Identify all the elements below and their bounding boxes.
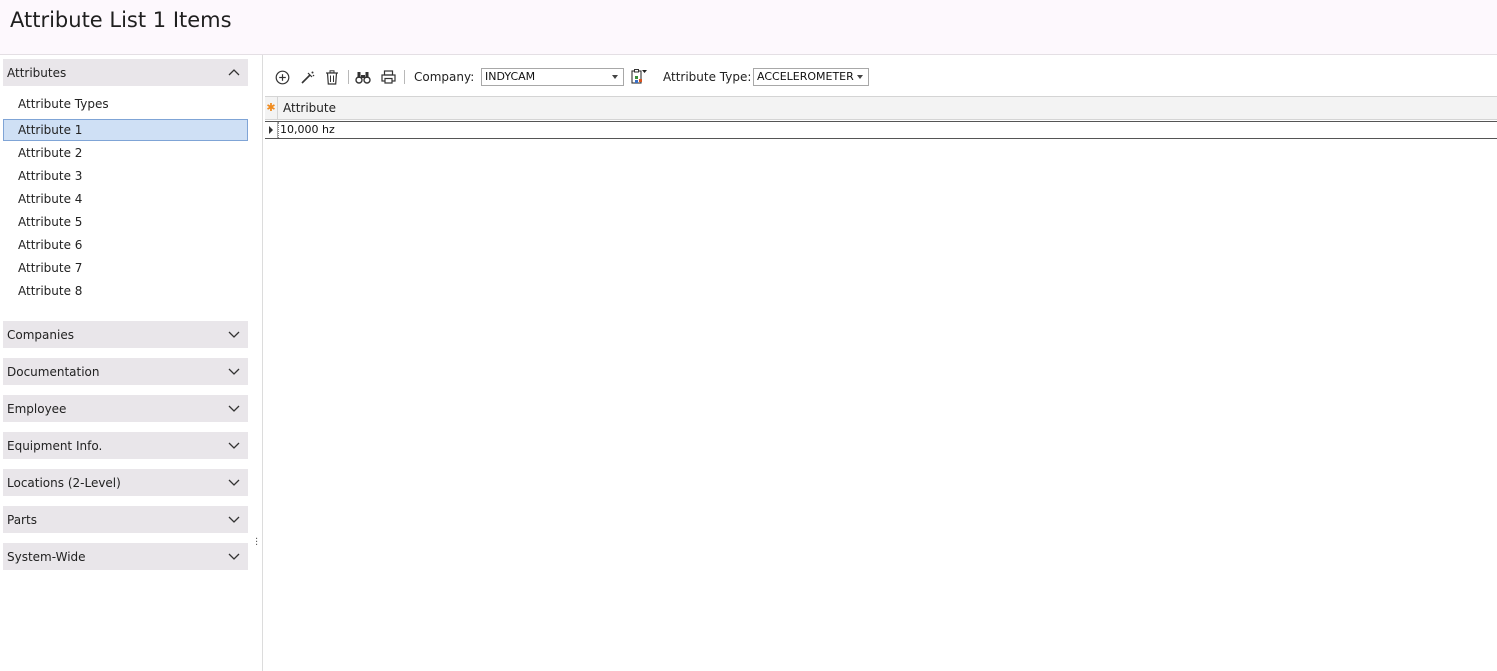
sidebar-item-attribute-5[interactable]: Attribute 5 — [3, 211, 248, 233]
title-bar: Attribute List 1 Items — [0, 0, 1497, 55]
group-label: Documentation — [7, 364, 100, 379]
group-label: Parts — [7, 512, 37, 527]
sidebar-item-label: Attribute Types — [18, 97, 109, 111]
edit-icon — [300, 71, 314, 84]
sidebar-item-attribute-7[interactable]: Attribute 7 — [3, 257, 248, 279]
binoculars-icon — [355, 71, 371, 84]
company-select[interactable]: INDYCAM — [481, 68, 624, 86]
sidebar-item-attribute-6[interactable]: Attribute 6 — [3, 234, 248, 256]
group-header-parts[interactable]: Parts — [3, 506, 248, 533]
sidebar-item-label: Attribute 7 — [18, 261, 83, 275]
copy-to-button[interactable] — [629, 67, 649, 87]
chevron-up-icon — [228, 69, 240, 76]
group-label-attributes: Attributes — [7, 65, 67, 80]
chevron-down-icon — [228, 479, 240, 486]
group-label: Equipment Info. — [7, 438, 103, 453]
add-button[interactable] — [272, 67, 292, 87]
sidebar-item-label: Attribute 6 — [18, 238, 83, 252]
chevron-down-icon — [228, 331, 240, 338]
clipboard-copy-icon — [631, 69, 647, 84]
grid-header: ✱ Attribute — [265, 96, 1497, 120]
chevron-down-icon — [228, 442, 240, 449]
group-header-attributes[interactable]: Attributes — [3, 59, 248, 86]
sidebar-item-label: Attribute 5 — [18, 215, 83, 229]
find-button[interactable] — [353, 67, 373, 87]
group-header-system-wide[interactable]: System-Wide — [3, 543, 248, 570]
attribute-type-select[interactable]: ACCELEROMETER — [753, 68, 869, 86]
page-title: Attribute List 1 Items — [10, 8, 232, 32]
group-label: Employee — [7, 401, 67, 416]
sidebar-item-attribute-8[interactable]: Attribute 8 — [3, 280, 248, 302]
sidebar-item-attribute-3[interactable]: Attribute 3 — [3, 165, 248, 187]
group-header-employee[interactable]: Employee — [3, 395, 248, 422]
group-label: Companies — [7, 327, 74, 342]
current-row-arrow-icon — [265, 122, 278, 138]
sidebar-item-label: Attribute 4 — [18, 192, 83, 206]
chevron-down-icon — [228, 516, 240, 523]
dropdown-arrow-icon — [857, 75, 863, 79]
group-label: System-Wide — [7, 549, 86, 564]
group-label: Locations (2-Level) — [7, 475, 121, 490]
chevron-down-icon — [228, 368, 240, 375]
printer-icon — [380, 70, 396, 84]
attribute-cell[interactable]: 10,000 hz — [278, 122, 335, 138]
splitter-grip-icon[interactable]: · · · — [255, 535, 258, 551]
print-button[interactable] — [378, 67, 398, 87]
new-row-asterisk-icon[interactable]: ✱ — [265, 97, 278, 119]
sidebar-item-label: Attribute 1 — [18, 123, 83, 137]
company-label: Company: — [414, 70, 475, 84]
edit-button[interactable] — [297, 67, 317, 87]
dropdown-arrow-icon — [612, 75, 618, 79]
add-icon — [275, 70, 289, 84]
toolbar: Company: INDYCAM Attribute Type: ACCELER… — [263, 63, 1497, 91]
sidebar-item-attribute-types[interactable]: Attribute Types — [3, 93, 248, 115]
attribute-type-label: Attribute Type: — [663, 70, 752, 84]
group-header-documentation[interactable]: Documentation — [3, 358, 248, 385]
toolbar-separator — [404, 70, 405, 84]
sidebar-item-attribute-2[interactable]: Attribute 2 — [3, 142, 248, 164]
sidebar-item-attribute-4[interactable]: Attribute 4 — [3, 188, 248, 210]
panel-splitter[interactable]: · · · — [251, 55, 263, 671]
sidebar-item-attribute-1[interactable]: Attribute 1 — [3, 119, 248, 141]
chevron-down-icon — [228, 553, 240, 560]
sidebar-item-label: Attribute 2 — [18, 146, 83, 160]
toolbar-separator — [348, 70, 349, 84]
group-header-locations[interactable]: Locations (2-Level) — [3, 469, 248, 496]
group-header-equipment-info[interactable]: Equipment Info. — [3, 432, 248, 459]
main-panel: Company: INDYCAM Attribute Type: ACCELER… — [263, 55, 1497, 671]
sidebar-item-label: Attribute 8 — [18, 284, 83, 298]
delete-button[interactable] — [322, 67, 342, 87]
table-row[interactable]: 10,000 hz — [265, 121, 1497, 139]
attribute-type-select-value: ACCELEROMETER — [757, 70, 854, 83]
company-select-value: INDYCAM — [485, 70, 536, 83]
sidebar-item-label: Attribute 3 — [18, 169, 83, 183]
chevron-down-icon — [228, 405, 240, 412]
column-header-attribute[interactable]: Attribute — [283, 101, 336, 115]
sidebar: Attributes Attribute Types Attribute 1 A… — [0, 55, 252, 671]
group-header-companies[interactable]: Companies — [3, 321, 248, 348]
delete-icon — [326, 69, 338, 85]
